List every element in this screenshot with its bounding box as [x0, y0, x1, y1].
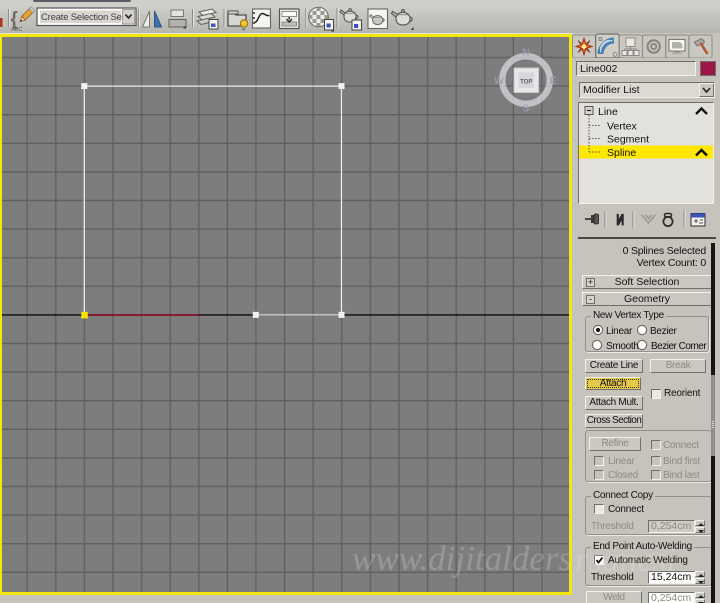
svg-text:Spline: Spline: [607, 147, 636, 159]
svg-text:Segment: Segment: [607, 134, 649, 146]
svg-text:Vertex: Vertex: [607, 121, 638, 133]
svg-text:S: S: [523, 104, 530, 115]
svg-text:Bezier: Bezier: [650, 326, 678, 337]
svg-text:Line: Line: [598, 106, 618, 118]
svg-text:E: E: [550, 76, 557, 87]
svg-text:Smooth: Smooth: [606, 341, 639, 352]
svg-text:N: N: [522, 48, 529, 59]
svg-text:www.dijitaldersa: www.dijitaldersa: [352, 539, 569, 578]
svg-text:Linear: Linear: [606, 326, 633, 337]
svg-text:Create Selection Se: Create Selection Se: [41, 12, 122, 23]
svg-text:TOP: TOP: [520, 80, 532, 86]
svg-text:Bezier Corner: Bezier Corner: [651, 341, 707, 352]
svg-text:W: W: [494, 76, 504, 87]
